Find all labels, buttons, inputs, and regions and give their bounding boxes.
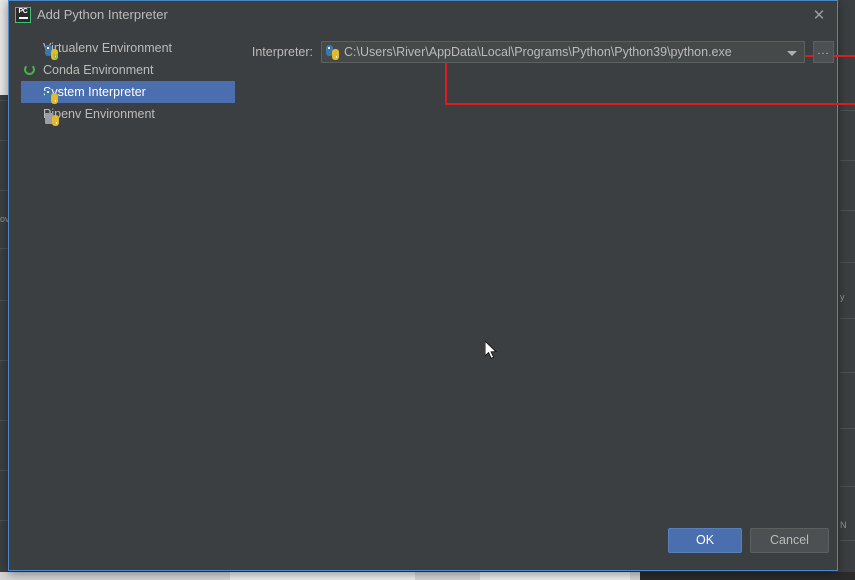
sidebar-item-label: Conda Environment <box>43 63 154 77</box>
close-icon[interactable]: ✕ <box>809 6 829 26</box>
dialog-footer: OK Cancel <box>9 518 837 570</box>
background-divider <box>0 190 8 191</box>
chevron-down-icon[interactable] <box>787 51 797 56</box>
taskbar-tray <box>640 572 855 580</box>
background-divider <box>840 262 855 263</box>
sidebar-item-label: Virtualenv Environment <box>43 41 173 55</box>
ok-button[interactable]: OK <box>668 528 742 553</box>
sidebar-item-pipenv-environment[interactable]: Pipenv Environment <box>21 103 235 126</box>
background-divider <box>0 520 8 521</box>
interpreter-label: Interpreter: <box>251 45 313 59</box>
sidebar-item-system-interpreter[interactable]: System Interpreter <box>21 81 235 104</box>
browse-interpreter-button[interactable]: ... <box>813 41 834 63</box>
pycharm-icon: PC <box>15 7 31 23</box>
add-python-interpreter-dialog: PC Add Python Interpreter ✕ v Virtualenv… <box>8 0 855 571</box>
background-divider <box>0 140 8 141</box>
interpreter-row: Interpreter: C:\Users\River\AppData\Loca… <box>235 41 834 63</box>
dialog-title: Add Python Interpreter <box>37 7 168 22</box>
background-right-strip <box>838 0 855 580</box>
conda-ring-icon <box>23 63 38 78</box>
background-divider <box>840 428 855 429</box>
background-divider <box>840 110 855 111</box>
taskbar-item[interactable] <box>230 572 415 580</box>
background-divider <box>840 372 855 373</box>
background-editor-tabs <box>0 0 8 95</box>
cancel-button[interactable]: Cancel <box>750 528 829 553</box>
taskbar-item[interactable] <box>480 572 630 580</box>
background-divider <box>0 470 8 471</box>
interpreter-select[interactable]: C:\Users\River\AppData\Local\Programs\Py… <box>321 41 805 63</box>
sidebar-item-label: Pipenv Environment <box>43 107 155 121</box>
background-divider <box>840 540 855 541</box>
dialog-titlebar: PC Add Python Interpreter ✕ <box>9 1 837 30</box>
background-divider <box>0 300 8 301</box>
background-divider <box>0 420 8 421</box>
background-text-fragment: ov <box>0 214 8 224</box>
dialog-content-panel: Interpreter: C:\Users\River\AppData\Loca… <box>235 30 855 518</box>
sidebar-item-virtualenv-environment[interactable]: v Virtualenv Environment <box>21 37 235 61</box>
background-divider <box>0 248 8 249</box>
background-text-fragment: N <box>840 520 847 530</box>
background-divider <box>0 360 8 361</box>
python-icon <box>326 45 341 60</box>
background-divider <box>840 318 855 319</box>
background-text-fragment: y <box>840 292 845 302</box>
background-divider <box>0 100 8 101</box>
interpreter-path-value: C:\Users\River\AppData\Local\Programs\Py… <box>344 45 732 59</box>
sidebar-item-conda-environment[interactable]: Conda Environment <box>21 59 235 81</box>
sidebar-item-label: System Interpreter <box>43 85 146 99</box>
background-divider <box>840 160 855 161</box>
background-divider <box>840 486 855 487</box>
environment-type-list: v Virtualenv Environment Conda Environme… <box>21 37 235 126</box>
background-divider <box>840 210 855 211</box>
